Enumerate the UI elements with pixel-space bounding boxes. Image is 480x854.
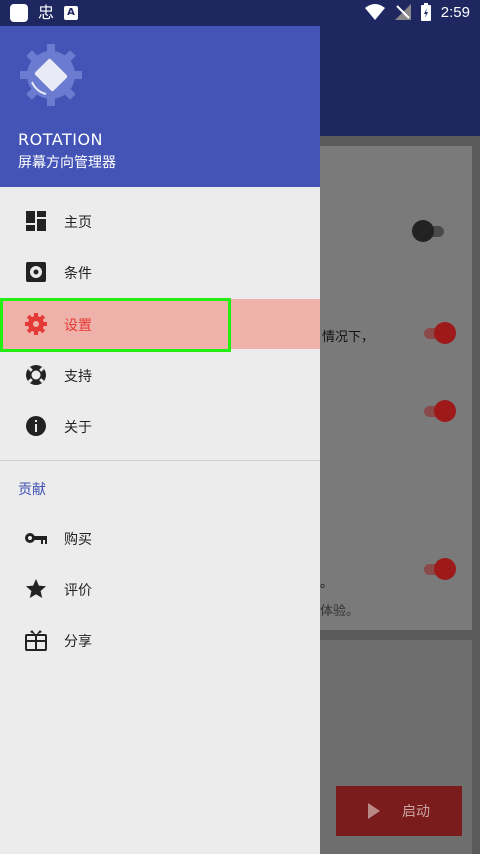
info-icon [26, 416, 46, 436]
menu-item-label: 支持 [64, 369, 92, 385]
notification-app-icon: 忠 [38, 3, 55, 22]
lifebuoy-icon [26, 365, 46, 385]
gift-icon [25, 630, 47, 651]
battery-charging-icon [420, 3, 431, 21]
menu-item-home[interactable]: 主页 [0, 196, 320, 246]
conditions-gear-icon [26, 262, 46, 282]
menu-item-label: 分享 [64, 634, 92, 650]
star-icon [26, 579, 46, 598]
start-button-label: 启动 [402, 804, 430, 820]
navigation-drawer: ROTATION 屏幕方向管理器 主页 条件 设置 支持 关于 贡献 购买 评价… [0, 0, 320, 854]
drawer-header: ROTATION 屏幕方向管理器 [0, 26, 320, 187]
app-subtitle: 屏幕方向管理器 [18, 155, 116, 171]
play-icon [368, 803, 380, 819]
menu-item-label: 评价 [64, 583, 92, 599]
notification-a-icon: A [64, 6, 79, 20]
background-text-2: 。 [320, 576, 334, 591]
background-toggle-3[interactable] [420, 400, 460, 422]
background-toggle-2[interactable] [420, 322, 460, 344]
dashboard-icon [26, 211, 46, 231]
menu-item-support[interactable]: 支持 [0, 350, 320, 400]
background-text-3: 体验。 [320, 604, 360, 619]
clock: 2:59 [440, 3, 470, 21]
menu-item-label: 购买 [64, 532, 92, 548]
key-icon [25, 533, 47, 544]
section-title-contribute: 贡献 [18, 482, 46, 498]
menu-item-share[interactable]: 分享 [0, 615, 320, 665]
background-start-button[interactable]: 启动 [336, 786, 462, 836]
app-name: ROTATION [18, 130, 103, 149]
notification-square-icon [10, 4, 28, 22]
menu-item-label: 条件 [64, 266, 92, 282]
background-toggle-1[interactable] [410, 220, 450, 242]
no-signal-icon [394, 4, 411, 20]
menu-item-label: 主页 [64, 215, 92, 231]
menu-divider [0, 460, 320, 461]
background-toggle-4[interactable] [420, 558, 460, 580]
menu-item-rate[interactable]: 评价 [0, 564, 320, 614]
menu-item-label: 关于 [64, 420, 92, 436]
menu-item-about[interactable]: 关于 [0, 401, 320, 451]
highlight-annotation-box [0, 298, 231, 352]
status-bar: 忠 A 2:59 [0, 0, 480, 26]
menu-item-conditions[interactable]: 条件 [0, 247, 320, 297]
app-logo-icon [20, 44, 82, 106]
menu-item-purchase[interactable]: 购买 [0, 513, 320, 563]
wifi-icon [364, 4, 385, 20]
background-text-1: 情况下， [322, 330, 375, 345]
